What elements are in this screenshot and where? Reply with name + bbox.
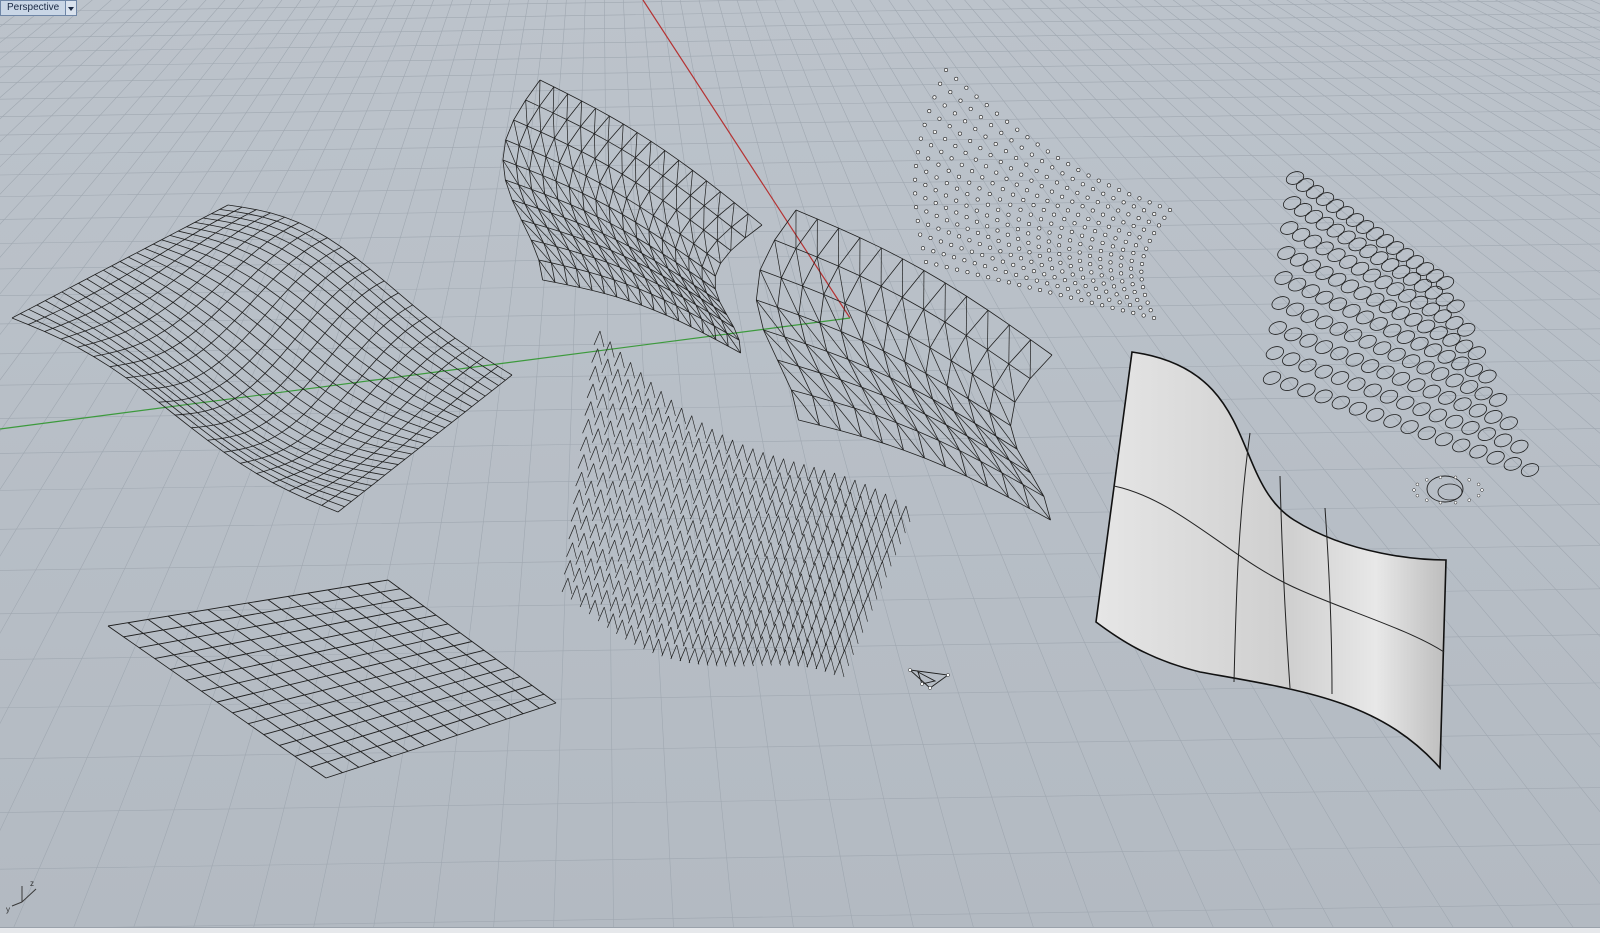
viewport-bottom-border (0, 927, 1600, 933)
viewport-title[interactable]: Perspective (0, 0, 67, 16)
axis-icon-z: z (30, 879, 34, 888)
diamond-grid-surface[interactable] (107, 579, 557, 779)
small-triangle-component[interactable] (908, 668, 950, 690)
construction-grid (0, 0, 1600, 933)
quad-mesh-surface[interactable] (11, 204, 513, 513)
axis-icon-y: y (6, 905, 10, 914)
world-x-axis (642, 0, 851, 319)
viewport-menu-dropdown-icon[interactable] (66, 0, 78, 16)
viewport-title-tab[interactable]: Perspective (0, 0, 78, 16)
perspective-viewport[interactable]: z y Perspective (0, 0, 1600, 933)
small-circle-component[interactable] (1412, 475, 1484, 505)
axis-orientation-icon: z y (6, 879, 37, 914)
point-cloud-surface[interactable] (913, 68, 1173, 320)
world-y-axis (0, 317, 851, 430)
circle-pattern-surface[interactable] (1261, 169, 1540, 478)
